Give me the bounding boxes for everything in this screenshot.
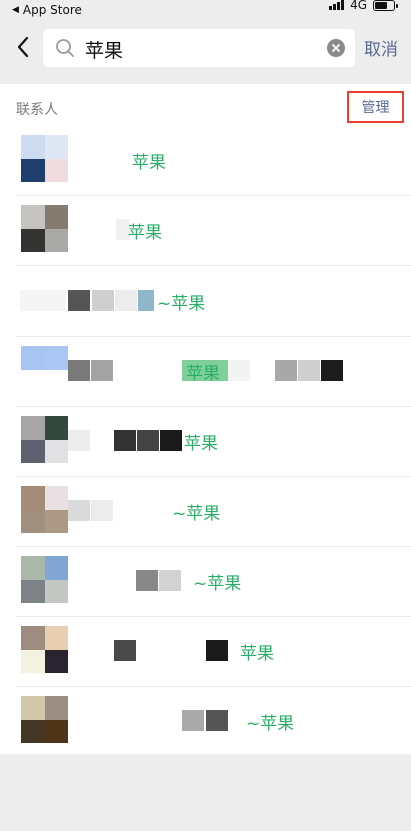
contact-name: 苹果 (240, 644, 274, 664)
contact-row[interactable]: 苹果 (0, 407, 411, 477)
cancel-button[interactable]: 取消 (364, 35, 398, 60)
contacts-section-header: 联系人 管理 (0, 84, 411, 126)
contact-row[interactable]: 苹果 (0, 126, 411, 196)
avatar (21, 556, 68, 603)
contact-name: 苹果 (186, 364, 220, 384)
redacted-block (115, 290, 137, 311)
redacted-block (136, 570, 158, 591)
signal-icon (329, 0, 345, 10)
redacted-block (182, 710, 204, 731)
search-bar: 苹果 取消 (0, 22, 411, 74)
battery-icon (373, 0, 398, 11)
search-input[interactable]: 苹果 (43, 29, 355, 67)
back-to-app-label: App Store (22, 3, 82, 17)
redacted-block (298, 360, 320, 381)
back-triangle-icon: ◀ (12, 5, 19, 15)
redacted-block (159, 570, 181, 591)
clear-search-button[interactable] (327, 39, 345, 57)
search-query: 苹果 (85, 40, 124, 62)
manage-button[interactable]: 管理 (347, 91, 404, 123)
avatar (21, 205, 68, 252)
chevron-left-icon (17, 36, 29, 58)
row-divider (16, 265, 411, 266)
avatar (21, 696, 68, 743)
network-label: 4G (350, 0, 367, 12)
redacted-block (160, 430, 182, 451)
redacted-block (68, 360, 90, 381)
redacted-block (68, 500, 90, 521)
redacted-block (275, 360, 297, 381)
contact-row[interactable]: ~苹果 (0, 477, 411, 547)
contact-name: 苹果 (184, 434, 218, 454)
avatar (21, 416, 68, 463)
avatar (21, 486, 68, 533)
redacted-block (206, 710, 228, 731)
redacted-block (138, 290, 154, 311)
avatar (21, 346, 68, 393)
redacted-block (206, 640, 228, 661)
contact-name: ~苹果 (246, 714, 295, 734)
contact-row[interactable]: ~苹果 (0, 547, 411, 617)
avatar (21, 135, 68, 182)
contact-row[interactable]: 苹果 (0, 337, 411, 407)
contact-row[interactable]: 苹果 (0, 196, 411, 266)
contact-name: ~苹果 (193, 574, 242, 594)
clear-icon (332, 44, 340, 52)
redacted-block (68, 290, 90, 311)
redacted-block (137, 430, 159, 451)
status-bar: ◀ App Store 4G (0, 0, 411, 22)
status-indicators: 4G (329, 0, 398, 12)
redacted-block (321, 360, 343, 381)
search-icon (56, 39, 74, 57)
section-title: 联系人 (16, 102, 58, 118)
back-button[interactable] (12, 32, 34, 62)
contact-row[interactable]: ~苹果 (0, 687, 411, 757)
redacted-block (92, 290, 114, 311)
contact-name: ~苹果 (172, 504, 221, 524)
redacted-block (114, 640, 136, 661)
back-to-app-link[interactable]: ◀ App Store (12, 3, 82, 17)
redacted-block (114, 430, 136, 451)
contact-name: 苹果 (128, 223, 162, 243)
avatar (21, 626, 68, 673)
contact-row[interactable]: ~苹果 (0, 267, 411, 337)
redacted-block (20, 290, 66, 311)
contact-name: 苹果 (132, 153, 166, 173)
contact-row[interactable]: 苹果 (0, 617, 411, 687)
redacted-block (68, 430, 90, 451)
redacted-block (91, 500, 113, 521)
contact-name: ~苹果 (157, 294, 206, 314)
redacted-block (228, 360, 250, 381)
search-results: 联系人 管理 苹果 苹果 ~苹果 苹果 苹果 ~苹果 ~苹果 苹果 ~苹果 (0, 84, 411, 757)
redacted-block (91, 360, 113, 381)
empty-area (0, 754, 411, 831)
